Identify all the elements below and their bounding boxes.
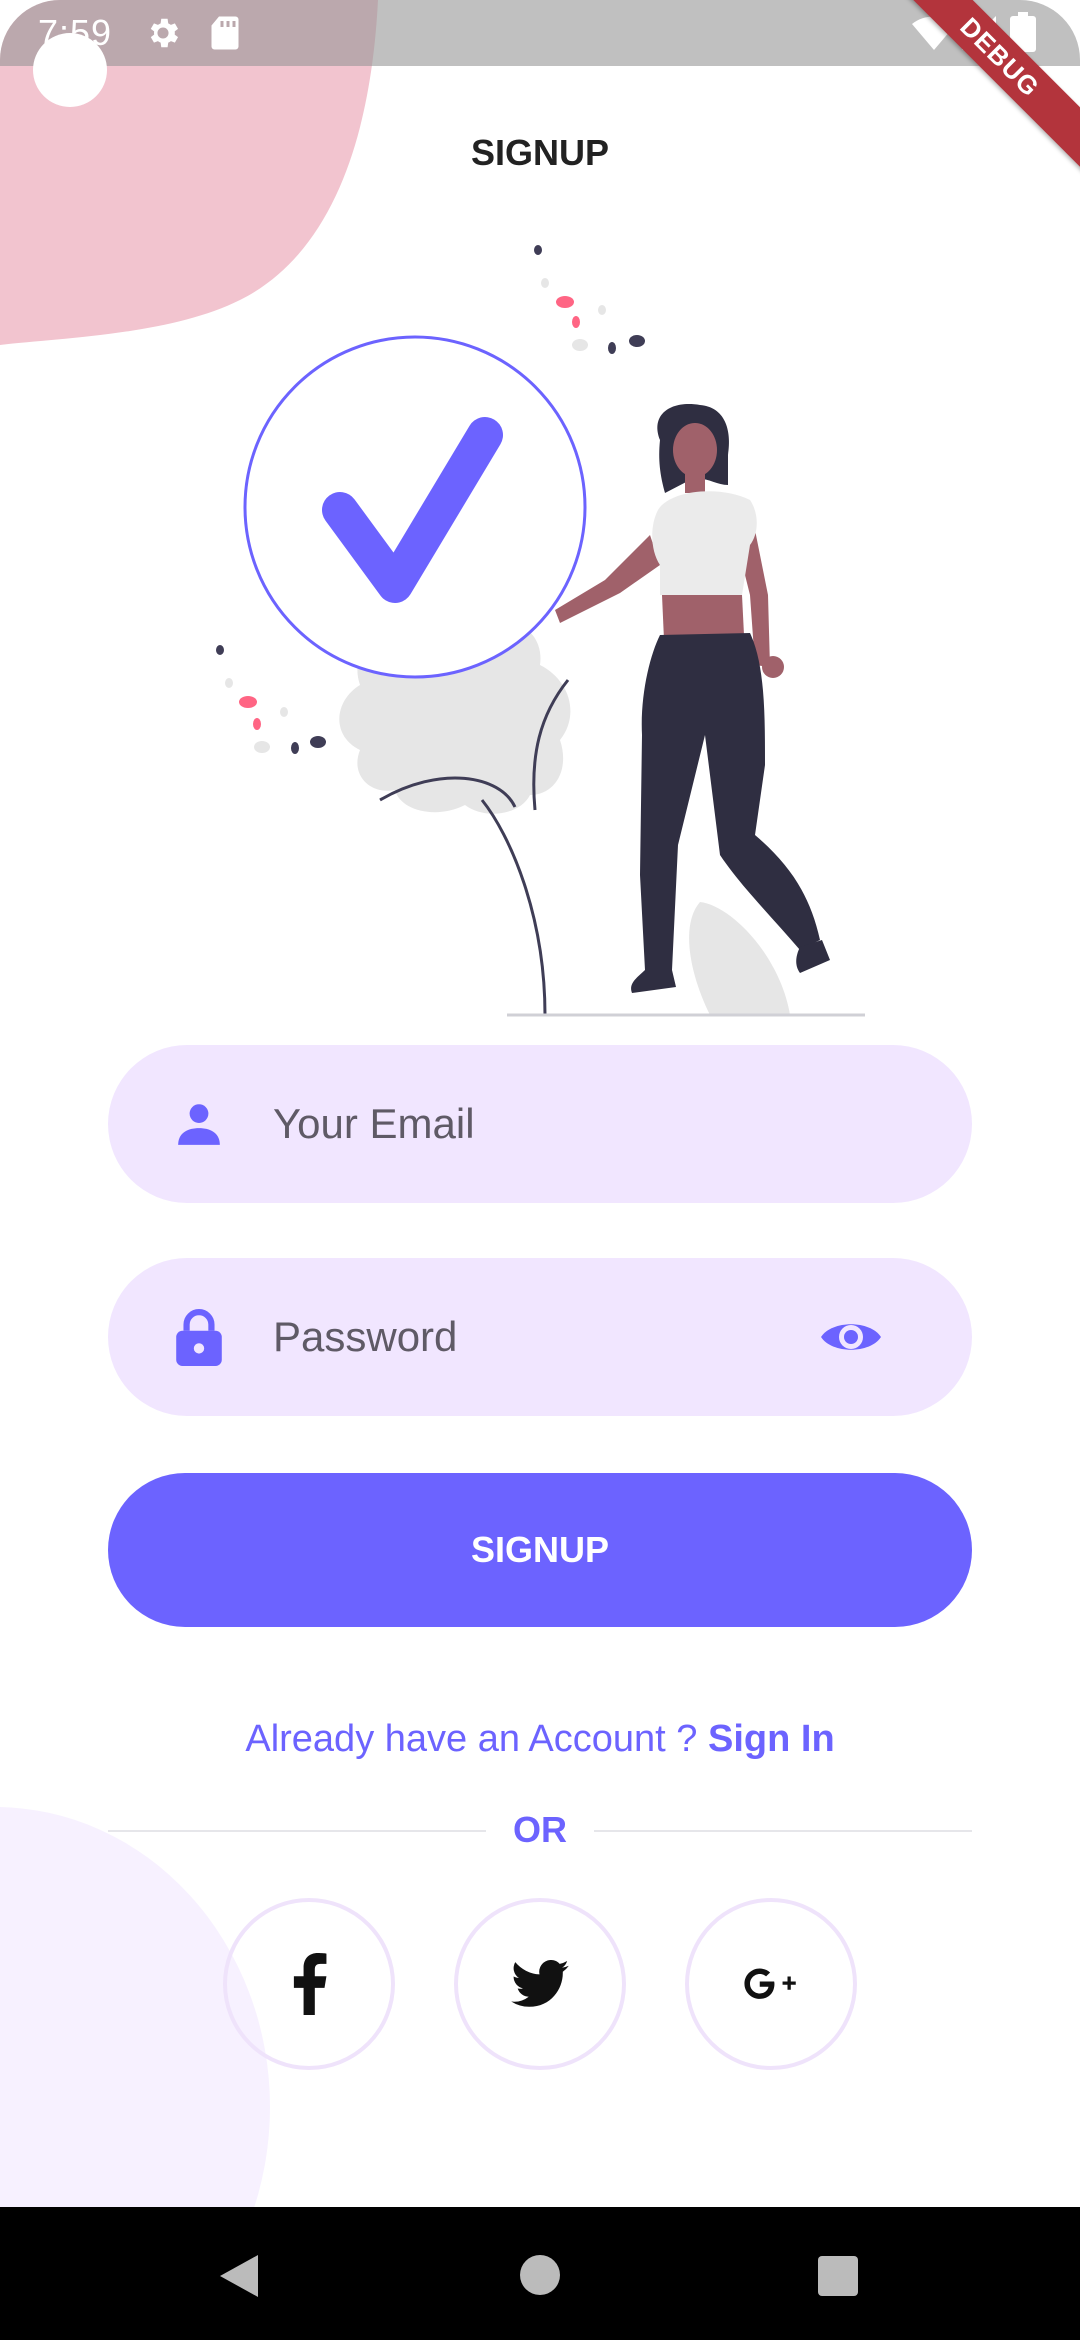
twitter-icon [511,1960,569,2007]
back-icon[interactable] [218,2253,260,2299]
lock-icon [176,1309,222,1366]
navigation-bar [0,2207,1080,2340]
twitter-button[interactable] [454,1898,626,2070]
confetti-top [534,245,645,354]
account-prompt: Already have an Account ? Sign In [0,1718,1080,1761]
sd-card-icon [211,16,239,50]
account-prompt-text: Already have an Account ? [245,1718,708,1760]
signup-illustration [216,245,865,1017]
password-field[interactable]: Password [108,1258,972,1416]
status-bar: 7:59 [0,0,1080,66]
signup-button[interactable]: SIGNUP [108,1473,972,1627]
eye-icon[interactable] [820,1316,882,1358]
settings-icon [150,18,179,48]
recents-icon[interactable] [817,2255,859,2297]
signup-screen: 7:59 DEBUG SIGNUP [0,0,1080,2340]
email-field[interactable]: Your Email [108,1045,972,1203]
person-icon [178,1104,220,1145]
facebook-icon [293,1953,327,2015]
password-placeholder: Password [273,1313,458,1360]
confetti-left [216,645,326,754]
facebook-button[interactable] [223,1898,395,2070]
page-title: SIGNUP [470,132,610,173]
google-plus-button[interactable] [685,1898,857,2070]
email-placeholder: Your Email [273,1100,475,1147]
home-icon[interactable] [518,2253,562,2297]
sign-in-link[interactable]: Sign In [708,1718,835,1760]
divider-label: OR [513,1809,567,1850]
camera-cutout [33,33,107,107]
google-plus-icon [744,1968,796,1999]
